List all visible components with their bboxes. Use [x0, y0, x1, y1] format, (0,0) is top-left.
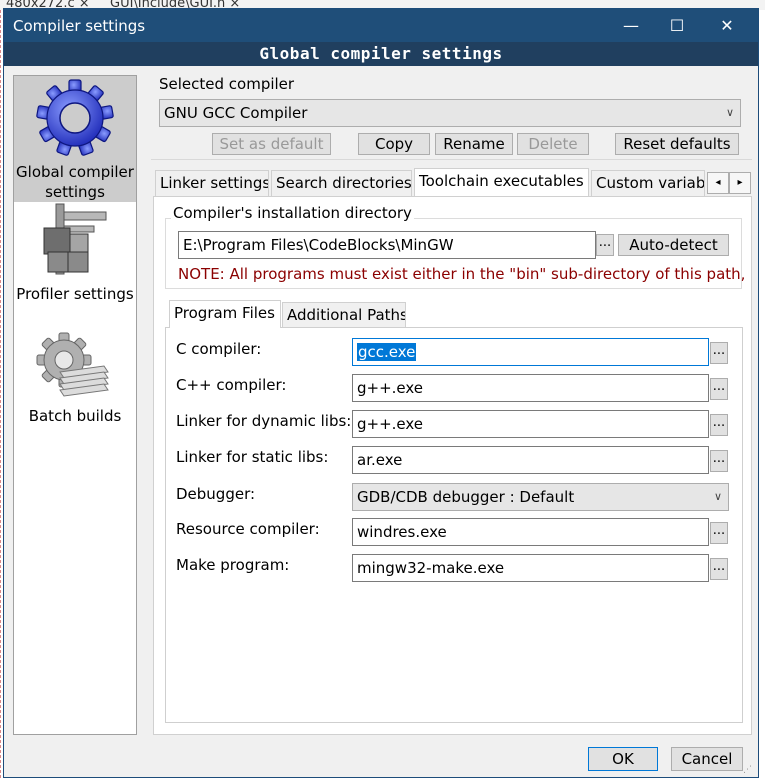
- subtab-additional-paths[interactable]: Additional Paths: [282, 302, 406, 328]
- cpp-compiler-label: C++ compiler:: [176, 376, 287, 394]
- program-files-page: C compiler: gcc.exe ... C++ compiler: g+…: [165, 327, 743, 723]
- installation-directory-title: Compiler's installation directory: [171, 204, 414, 222]
- tab-scroll-right-button[interactable]: ▸: [729, 172, 751, 194]
- cpp-compiler-field[interactable]: g++.exe: [352, 374, 709, 402]
- arrow-left-icon: ◂: [715, 177, 721, 188]
- caliper-icon: [43, 203, 107, 275]
- close-button[interactable]: ✕: [704, 9, 750, 42]
- c-compiler-field[interactable]: gcc.exe: [352, 338, 709, 366]
- make-program-browse-button[interactable]: ...: [710, 558, 728, 580]
- sidebar-item-label: Profiler settings: [16, 285, 134, 303]
- tab-scroll-left-button[interactable]: ◂: [707, 172, 729, 194]
- sidebar-item-profiler-settings[interactable]: Profiler settings: [14, 202, 136, 312]
- minimize-button[interactable]: —: [608, 9, 654, 42]
- make-program-field[interactable]: mingw32-make.exe: [352, 554, 709, 582]
- settings-panel: Selected compiler GNU GCC Compiler ∨ Set…: [151, 75, 752, 735]
- debugger-select-value: GDB/CDB debugger : Default: [357, 488, 575, 506]
- dynamic-linker-label: Linker for dynamic libs:: [176, 412, 352, 430]
- delete-button[interactable]: Delete: [517, 133, 589, 155]
- divider: [151, 159, 752, 160]
- chevron-down-icon: ∨: [725, 106, 734, 119]
- compiler-select-value: GNU GCC Compiler: [164, 104, 308, 122]
- resource-compiler-label: Resource compiler:: [176, 520, 320, 538]
- selected-compiler-label: Selected compiler: [159, 75, 295, 93]
- install-path-browse-button[interactable]: ...: [596, 234, 614, 256]
- title-bar[interactable]: Compiler settings — ☐ ✕: [4, 9, 758, 42]
- resource-compiler-browse-button[interactable]: ...: [710, 522, 728, 544]
- make-program-label: Make program:: [176, 556, 290, 574]
- auto-detect-button[interactable]: Auto-detect: [618, 234, 729, 256]
- gear-icon: [36, 79, 114, 156]
- install-path-field[interactable]: E:\Program Files\CodeBlocks\MinGW: [178, 231, 596, 259]
- set-as-default-button[interactable]: Set as default: [212, 133, 331, 155]
- sidebar-item-label: Global compiler settings: [16, 163, 134, 201]
- minimize-icon: —: [623, 16, 639, 35]
- c-compiler-value: gcc.exe: [357, 343, 417, 361]
- compiler-select[interactable]: GNU GCC Compiler ∨: [159, 99, 741, 127]
- static-linker-browse-button[interactable]: ...: [710, 450, 728, 472]
- rename-button[interactable]: Rename: [435, 133, 513, 155]
- reset-defaults-button[interactable]: Reset defaults: [615, 133, 739, 155]
- maximize-icon: ☐: [669, 16, 685, 35]
- tab-toolchain-executables[interactable]: Toolchain executables: [414, 168, 589, 196]
- debugger-select[interactable]: GDB/CDB debugger : Default ∨: [352, 483, 729, 511]
- chevron-down-icon: ∨: [713, 490, 722, 503]
- settings-category-list: Global compiler settings Profiler settin…: [13, 75, 137, 735]
- toolchain-tab-page: Compiler's installation directory E:\Pro…: [153, 196, 752, 735]
- static-linker-field[interactable]: ar.exe: [352, 446, 709, 474]
- cancel-button[interactable]: Cancel: [671, 747, 743, 771]
- tab-linker-settings[interactable]: Linker settings: [155, 170, 269, 196]
- tab-custom-variables[interactable]: Custom variabl: [591, 170, 705, 196]
- dynamic-linker-browse-button[interactable]: ...: [710, 414, 728, 436]
- tab-search-directories[interactable]: Search directories: [271, 170, 412, 196]
- copy-button[interactable]: Copy: [358, 133, 430, 155]
- sidebar-item-global-compiler-settings[interactable]: Global compiler settings: [14, 76, 136, 202]
- subtab-program-files[interactable]: Program Files: [169, 300, 281, 328]
- c-compiler-browse-button[interactable]: ...: [710, 342, 728, 364]
- arrow-right-icon: ▸: [737, 177, 743, 188]
- batch-gear-icon: [36, 332, 109, 397]
- dialog-banner: Global compiler settings: [4, 42, 758, 66]
- window-title: Compiler settings: [13, 17, 146, 35]
- c-compiler-label: C compiler:: [176, 340, 262, 358]
- close-icon: ✕: [720, 16, 734, 35]
- debugger-label: Debugger:: [176, 485, 256, 503]
- compiler-settings-dialog: Compiler settings — ☐ ✕ Global compiler …: [3, 8, 759, 778]
- sidebar-item-label: Batch builds: [28, 407, 122, 425]
- dynamic-linker-field[interactable]: g++.exe: [352, 410, 709, 438]
- resource-compiler-field[interactable]: windres.exe: [352, 518, 709, 546]
- cpp-compiler-browse-button[interactable]: ...: [710, 378, 728, 400]
- maximize-button[interactable]: ☐: [654, 9, 700, 42]
- ok-button[interactable]: OK: [588, 747, 658, 771]
- resize-grip-icon[interactable]: ⋰: [743, 765, 752, 775]
- install-note: NOTE: All programs must exist either in …: [178, 265, 746, 283]
- sidebar-item-batch-builds[interactable]: Batch builds: [14, 332, 136, 442]
- static-linker-label: Linker for static libs:: [176, 448, 329, 466]
